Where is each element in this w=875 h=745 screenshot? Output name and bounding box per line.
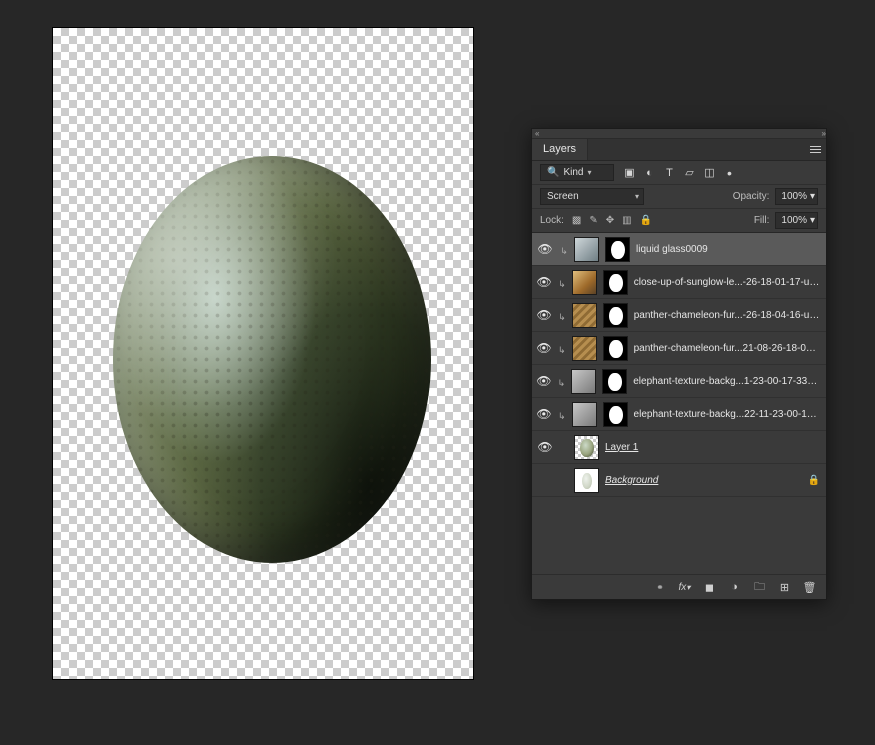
new-adjustment-icon[interactable]: ◑ [728,581,741,593]
layer-mask-thumbnail[interactable] [603,402,628,427]
visibility-toggle[interactable]: 👁 [536,273,552,291]
document-canvas[interactable] [53,28,473,679]
layer-name-label[interactable]: elephant-texture-backg...1-23-00-17-33-u… [633,376,820,387]
chevron-down-icon: ▾ [810,191,815,202]
layer-mask-thumbnail[interactable] [602,369,627,394]
layer-name-label[interactable]: Layer 1 [605,442,820,453]
clip-indicator-icon: ↳ [558,312,566,323]
layer-row-sunglow[interactable]: 👁 ↳ close-up-of-sunglow-le...-26-18-01-17-… [532,266,826,299]
hamburger-icon [810,149,821,150]
lock-position-icon[interactable]: ✥ [606,215,614,226]
layers-list: 👁 ↳ liquid glass0009 👁 ↳ close-up-of-sunglow-… [532,233,826,497]
filter-kind-label: Kind [563,167,583,178]
layer-row-liquid[interactable]: 👁 ↳ liquid glass0009 [532,233,826,266]
blend-row: Screen ▾ Opacity: 100% ▾ [532,185,826,209]
filter-dot-icon[interactable]: • [724,167,735,178]
layer-mask-thumbnail[interactable] [603,336,628,361]
layer-thumbnail[interactable] [571,369,596,394]
fill-label: Fill: [754,215,770,226]
delete-layer-icon[interactable]: 🗑 [803,581,816,594]
layer-mask-thumbnail[interactable] [605,237,630,262]
opacity-label: Opacity: [733,191,770,202]
lock-label: Lock: [540,215,564,226]
clip-indicator-icon: ↳ [558,411,566,422]
layer-row-eleph1[interactable]: 👁 ↳ elephant-texture-backg...1-23-00-17-33… [532,365,826,398]
fill-value: 100% [781,215,807,226]
layer-thumbnail[interactable] [574,237,599,262]
layer-row-eleph2[interactable]: 👁 ↳ elephant-texture-backg...22-11-23-00-1… [532,398,826,431]
layer-mask-thumbnail[interactable] [603,270,628,295]
layer-thumbnail[interactable] [574,468,599,493]
chevron-down-icon: ▾ [587,168,591,177]
layer-name-label[interactable]: panther-chameleon-fur...-26-18-04-16-utc… [634,310,820,321]
expand-icon[interactable]: » [822,129,823,138]
layer-thumbnail[interactable] [574,435,599,460]
layer-row-layer1[interactable]: 👁 Layer 1 [532,431,826,464]
layer-filter-row: 🔍 Kind ▾ ▣ ◐ T ▱ ◫ • [532,161,826,185]
artwork-texture [113,156,431,563]
layer-row-panther2[interactable]: 👁 ↳ panther-chameleon-fur...21-08-26-18-04… [532,332,826,365]
layer-thumbnail[interactable] [572,336,597,361]
lock-artboard-icon[interactable]: ▥ [622,215,631,226]
lock-pixels-icon[interactable]: ✎ [589,215,597,226]
lock-icon: 🔒 [808,475,820,486]
clip-indicator-icon: ↳ [560,246,568,257]
panel-menu-button[interactable] [804,139,826,160]
filter-type-icon[interactable]: T [664,167,675,178]
add-mask-icon[interactable]: ◼ [703,581,716,594]
fx-icon[interactable]: fx▾ [678,582,691,593]
visibility-toggle[interactable]: 👁 [536,339,552,357]
layer-row-panther1[interactable]: 👁 ↳ panther-chameleon-fur...-26-18-04-16-u… [532,299,826,332]
blend-mode-select[interactable]: Screen ▾ [540,188,644,205]
blend-mode-value: Screen [547,191,579,202]
filter-pixel-icon[interactable]: ▣ [624,167,635,178]
link-layers-icon[interactable]: ⚭ [653,582,666,593]
filter-smart-icon[interactable]: ◫ [704,167,715,178]
lock-row: Lock: ▩ ✎ ✥ ▥ 🔒 Fill: 100% ▾ [532,209,826,233]
fill-input[interactable]: 100% ▾ [775,212,818,229]
opacity-input[interactable]: 100% ▾ [775,188,818,205]
opacity-value: 100% [781,191,807,202]
filter-kind-select[interactable]: 🔍 Kind ▾ [540,164,614,181]
filter-shape-icon[interactable]: ▱ [684,167,695,178]
search-icon: 🔍 [547,167,559,178]
layer-name-label[interactable]: Background [605,475,802,486]
lock-all-icon[interactable]: 🔒 [640,215,652,226]
lock-transparency-icon[interactable]: ▩ [572,215,581,226]
panel-tabs: Layers [532,139,826,161]
layer-thumbnail[interactable] [572,303,597,328]
visibility-toggle[interactable] [536,471,554,489]
clip-indicator-icon: ↳ [558,345,566,356]
new-group-icon[interactable]: 🗀 [753,578,766,597]
layer-name-label[interactable]: elephant-texture-backg...22-11-23-00-17-… [634,409,820,420]
chevron-down-icon: ▾ [635,192,639,201]
panel-handle[interactable]: « » [532,129,826,139]
visibility-toggle[interactable]: 👁 [536,405,552,423]
visibility-toggle[interactable]: 👁 [536,372,552,390]
collapse-icon[interactable]: « [535,129,536,138]
chevron-down-icon: ▾ [810,215,815,226]
visibility-toggle[interactable]: 👁 [536,240,554,258]
tab-layers[interactable]: Layers [532,139,588,160]
layer-thumbnail[interactable] [572,402,597,427]
layer-name-label[interactable]: liquid glass0009 [636,244,820,255]
layer-thumbnail[interactable] [572,270,597,295]
visibility-toggle[interactable]: 👁 [536,306,552,324]
artwork-egg [113,156,431,563]
panel-footer: ⚭ fx▾ ◼ ◑ 🗀 ⊞ 🗑 [532,575,826,599]
layer-name-label[interactable]: panther-chameleon-fur...21-08-26-18-04-1… [634,343,820,354]
clip-indicator-icon: ↳ [558,279,566,290]
visibility-toggle[interactable]: 👁 [536,438,554,456]
layers-panel: « » Layers 🔍 Kind ▾ ▣ ◐ T ▱ ◫ • Screen ▾… [531,128,827,600]
filter-adjust-icon[interactable]: ◐ [644,167,655,178]
clip-indicator-icon: ↳ [558,378,566,389]
panel-empty-area[interactable] [532,497,826,575]
layer-row-bg[interactable]: Background 🔒 [532,464,826,497]
layer-mask-thumbnail[interactable] [603,303,628,328]
new-layer-icon[interactable]: ⊞ [778,581,791,594]
layer-name-label[interactable]: close-up-of-sunglow-le...-26-18-01-17-ut… [634,277,820,288]
